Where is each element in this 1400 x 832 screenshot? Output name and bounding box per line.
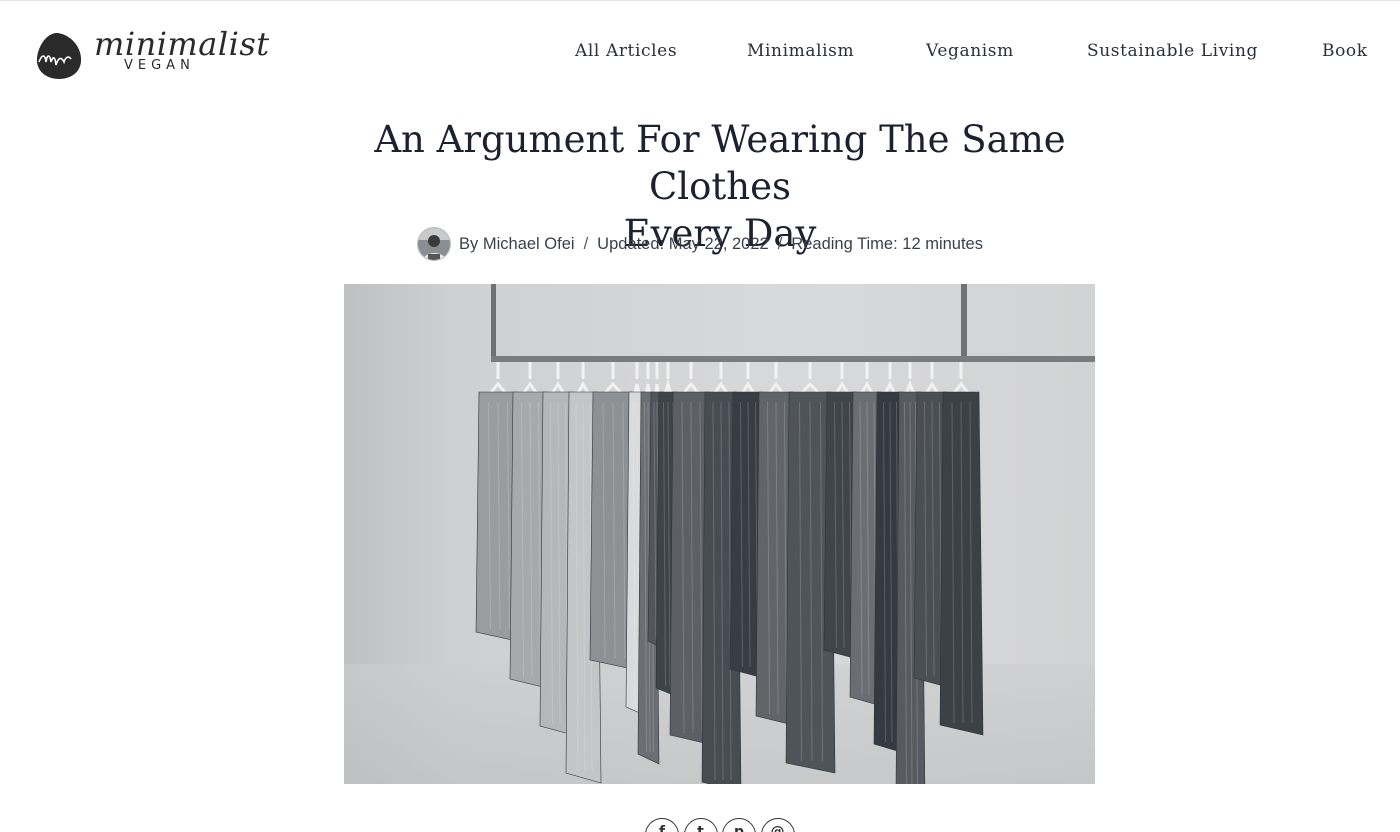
updated-date: Updated: May 22, 2022 [597, 234, 769, 253]
nav-minimalism[interactable]: Minimalism [747, 38, 854, 64]
pinterest-icon[interactable]: p [722, 818, 756, 832]
meta-separator: / [583, 234, 589, 253]
author-avatar[interactable] [417, 227, 452, 261]
nav-sustainable-living[interactable]: Sustainable Living [1087, 38, 1258, 64]
email-icon[interactable]: @ [760, 818, 795, 832]
meta-separator: / [777, 234, 783, 253]
nav-all-articles[interactable]: All Articles [575, 38, 677, 64]
clothes-rack-illustration [344, 284, 1095, 784]
main-nav: All Articles Minimalism Veganism Sustain… [0, 38, 1400, 68]
article-meta: By Michael Ofei / Updated: May 22, 2022 … [0, 226, 1400, 262]
facebook-icon[interactable]: f [645, 818, 679, 832]
share-buttons: f t p @ [645, 818, 799, 832]
hero-image [344, 284, 1095, 784]
reading-time: Reading Time: 12 minutes [791, 234, 983, 253]
nav-book[interactable]: Book [1322, 38, 1368, 64]
twitter-icon[interactable]: t [683, 818, 718, 832]
top-border [0, 0, 1400, 1]
author-name[interactable]: By Michael Ofei [459, 235, 575, 254]
article-title-line-1: An Argument For Wearing The Same Clothes [374, 118, 1066, 208]
nav-veganism[interactable]: Veganism [926, 38, 1014, 64]
